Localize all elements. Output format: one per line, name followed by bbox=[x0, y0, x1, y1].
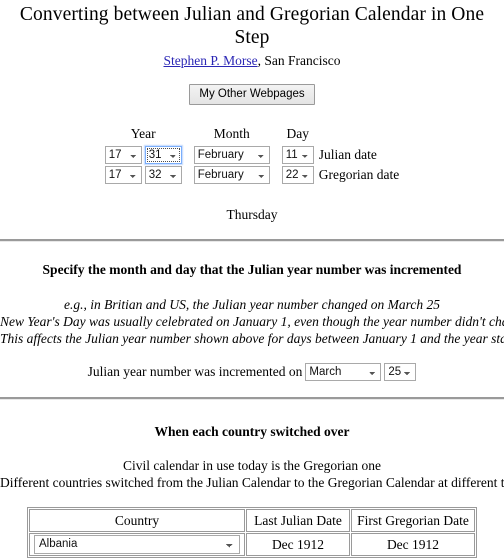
increment-month-select[interactable]: March bbox=[305, 363, 382, 381]
gregorian-day-cell: 22 bbox=[270, 165, 314, 185]
table-header-first-gregorian: First Gregorian Date bbox=[351, 509, 475, 532]
page-root: Converting between Julian and Gregorian … bbox=[0, 3, 504, 558]
julian-century-select[interactable]: 17 bbox=[104, 146, 142, 164]
switchover-note-2: Different countries switched from the Ju… bbox=[0, 475, 504, 490]
gregorian-century-select[interactable]: 17 bbox=[104, 166, 142, 184]
weekday-result: Thursday bbox=[226, 207, 278, 222]
col-header-month: Month bbox=[213, 126, 250, 141]
table-header-country: Country bbox=[29, 509, 245, 532]
increment-note-2: New Year's Day was usually celebrated on… bbox=[0, 314, 504, 329]
switchover-note-1: Civil calendar in use today is the Grego… bbox=[123, 458, 381, 473]
increment-heading: Specify the month and day that the Julia… bbox=[42, 262, 462, 277]
first-gregorian-date-cell: Dec 1912 bbox=[351, 533, 475, 556]
byline: Stephen P. Morse, San Francisco bbox=[0, 53, 504, 69]
increment-day-select[interactable]: 25 bbox=[384, 363, 417, 381]
increment-label: Julian year number was incremented on bbox=[87, 364, 303, 379]
julian-date-row: 17 31 February 11 Julian date bbox=[104, 145, 400, 165]
gregorian-day-select[interactable]: 22 bbox=[281, 166, 314, 184]
table-header-last-julian: Last Julian Date bbox=[246, 509, 350, 532]
my-other-webpages-button[interactable]: My Other Webpages bbox=[189, 84, 315, 105]
col-header-year: Year bbox=[130, 126, 156, 141]
julian-month-cell: February bbox=[182, 145, 270, 165]
col-header-spacer bbox=[314, 126, 400, 145]
increment-note-3: This affects the Julian year number show… bbox=[0, 331, 504, 346]
increment-notes: e.g., in Britian and US, the Julian year… bbox=[0, 296, 504, 347]
last-julian-date-cell: Dec 1912 bbox=[246, 533, 350, 556]
divider-1 bbox=[0, 239, 504, 242]
date-grid: Year Month Day 17 31 February 11 Julian … bbox=[104, 126, 400, 185]
page-title: Converting between Julian and Gregorian … bbox=[19, 4, 485, 48]
date-grid-header-row: Year Month Day bbox=[105, 126, 400, 145]
increment-note-1: e.g., in Britian and US, the Julian year… bbox=[64, 297, 440, 312]
increment-section: Specify the month and day that the Julia… bbox=[0, 262, 504, 381]
julian-year2-select[interactable]: 31 bbox=[144, 146, 182, 164]
gregorian-date-label: Gregorian date bbox=[318, 167, 400, 182]
increment-control-row: Julian year number was incremented on Ma… bbox=[0, 363, 504, 381]
julian-day-cell: 11 bbox=[270, 145, 314, 165]
date-converter: Year Month Day 17 31 February 11 Julian … bbox=[0, 126, 504, 185]
author-location: , San Francisco bbox=[257, 53, 341, 68]
gregorian-month-cell: February bbox=[182, 165, 270, 185]
switchover-heading: When each country switched over bbox=[154, 424, 350, 439]
julian-month-select[interactable]: February bbox=[193, 146, 270, 164]
table-row: Albania Dec 1912 Dec 1912 bbox=[29, 533, 475, 556]
gregorian-month-select[interactable]: February bbox=[193, 166, 270, 184]
col-header-day: Day bbox=[286, 126, 309, 141]
gregorian-date-row: 17 32 February 22 Gregorian date bbox=[104, 165, 400, 185]
gregorian-year-cell: 17 32 bbox=[104, 165, 182, 185]
switchover-table-wrap: Country Last Julian Date First Gregorian… bbox=[0, 507, 504, 558]
other-webpages-row: My Other Webpages bbox=[0, 84, 504, 105]
table-header-row: Country Last Julian Date First Gregorian… bbox=[29, 509, 475, 532]
author-link[interactable]: Stephen P. Morse bbox=[164, 53, 258, 68]
country-cell: Albania bbox=[29, 533, 245, 556]
switchover-table: Country Last Julian Date First Gregorian… bbox=[27, 507, 477, 558]
gregorian-year2-select[interactable]: 32 bbox=[144, 166, 182, 184]
julian-day-select[interactable]: 11 bbox=[281, 146, 314, 164]
divider-2 bbox=[0, 397, 504, 400]
switchover-notes: Civil calendar in use today is the Grego… bbox=[0, 457, 504, 491]
julian-year-cell: 17 31 bbox=[104, 145, 182, 165]
julian-date-label: Julian date bbox=[318, 147, 377, 162]
